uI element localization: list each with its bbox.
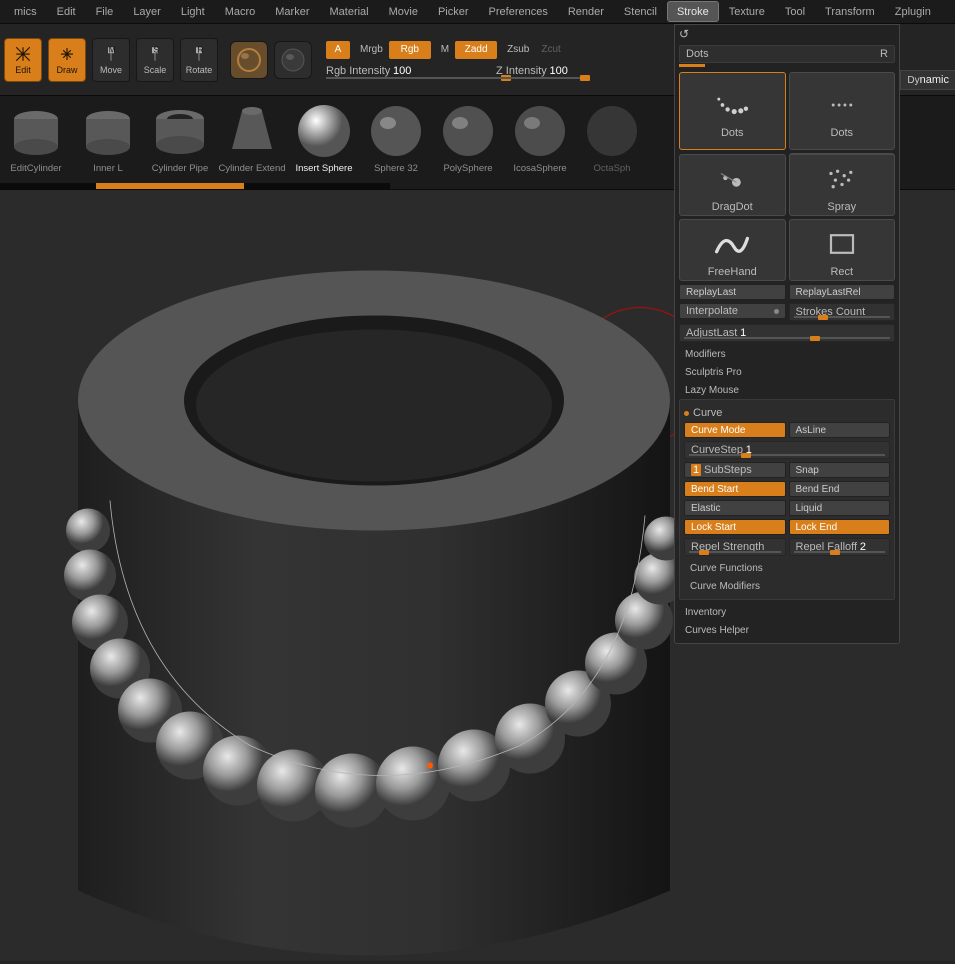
as-line-toggle[interactable]: AsLine — [789, 422, 891, 438]
shelf-item[interactable]: Cylinder Pipe — [144, 96, 216, 182]
dynamic-toggle[interactable]: DyDynamicnamic — [900, 70, 955, 90]
rotate-button[interactable]: R Rotate — [180, 38, 218, 82]
menu-item[interactable]: Macro — [215, 1, 266, 22]
shelf-item[interactable]: Inner L — [72, 96, 144, 182]
curve-functions-section[interactable]: Curve Functions — [684, 559, 890, 577]
material-preview[interactable] — [230, 41, 268, 79]
curve-mode-toggle[interactable]: Curve Mode — [684, 422, 786, 438]
zsub-toggle[interactable]: Zsub — [507, 44, 529, 55]
curves-helper-section[interactable]: Curves Helper — [679, 621, 895, 639]
substeps-field[interactable]: 1SubSteps — [684, 462, 786, 478]
shelf-item-insert-sphere[interactable]: Insert Sphere — [288, 96, 360, 182]
rgb-intensity-label: Rgb Intensity — [326, 65, 390, 77]
rgb-intensity-slider[interactable] — [326, 77, 506, 79]
svg-text:S: S — [154, 45, 160, 54]
draw-button[interactable]: Draw — [48, 38, 86, 82]
bend-end-toggle[interactable]: Bend End — [789, 481, 891, 497]
stroke-panel: ↺ DotsR Dots Dots DragRect DragDot Spray — [674, 24, 900, 644]
brush-preview[interactable] — [274, 41, 312, 79]
snap-toggle[interactable]: Snap — [789, 462, 891, 478]
curve-header[interactable]: Curve — [684, 404, 890, 422]
draw-mode-row: A Mrgb Rgb M Zadd Zsub Zcut — [326, 41, 646, 59]
mrgb-toggle[interactable]: Mrgb — [360, 44, 383, 55]
inventory-section[interactable]: Inventory — [679, 603, 895, 621]
menu-item[interactable]: Layer — [123, 1, 171, 22]
bend-start-toggle[interactable]: Bend Start — [684, 481, 786, 497]
z-intensity-value: 100 — [550, 65, 568, 77]
menu-item[interactable]: Marker — [265, 1, 319, 22]
menu-item-stroke[interactable]: Stroke — [667, 1, 719, 22]
menu-item[interactable]: Movie — [379, 1, 428, 22]
menu-item[interactable]: Light — [171, 1, 215, 22]
z-intensity-slider[interactable] — [496, 77, 586, 79]
repel-strength-slider[interactable]: Repel Strength — [684, 538, 786, 556]
shelf-item[interactable]: OctaSph — [576, 96, 648, 182]
lazy-mouse-section[interactable]: Lazy Mouse — [679, 381, 895, 399]
menu-item[interactable]: Texture — [719, 1, 775, 22]
menu-item[interactable]: Transform — [815, 1, 885, 22]
shelf-item[interactable]: Sphere 32 — [360, 96, 432, 182]
stroke-spray[interactable]: Spray — [789, 154, 896, 216]
menu-item[interactable]: Material — [320, 1, 379, 22]
menu-item[interactable]: Edit — [47, 1, 86, 22]
curve-step-slider[interactable]: CurveStep 1 — [684, 441, 890, 459]
curve-modifiers-section[interactable]: Curve Modifiers — [684, 577, 890, 595]
stroke-dots[interactable]: Dots — [679, 72, 786, 150]
menu-item[interactable]: Render — [558, 1, 614, 22]
menu-item[interactable]: Stencil — [614, 1, 667, 22]
curve-section: Curve Curve Mode AsLine CurveStep 1 1Sub… — [679, 399, 895, 600]
modifiers-section[interactable]: Modifiers — [679, 345, 895, 363]
menu-item[interactable]: Zplugin — [885, 1, 941, 22]
m-toggle[interactable]: M — [441, 44, 449, 55]
replay-last-button[interactable]: ReplayLast — [679, 284, 786, 300]
a-toggle[interactable]: A — [326, 41, 350, 59]
stroke-freehand[interactable]: FreeHand — [679, 219, 786, 281]
menu-item[interactable]: File — [86, 1, 124, 22]
scale-button[interactable]: S Scale — [136, 38, 174, 82]
menu-item[interactable]: mics — [4, 1, 47, 22]
stroke-dots-alt[interactable]: Dots — [789, 72, 896, 150]
svg-text:M: M — [109, 45, 116, 54]
shelf-scroll-indicator[interactable] — [96, 183, 244, 189]
stroke-rect[interactable]: Rect — [789, 219, 896, 281]
menu-bar: mics Edit File Layer Light Macro Marker … — [0, 0, 955, 24]
menu-item[interactable]: Preferences — [479, 1, 558, 22]
liquid-toggle[interactable]: Liquid — [789, 500, 891, 516]
shelf-item[interactable]: IcosaSphere — [504, 96, 576, 182]
elastic-toggle[interactable]: Elastic — [684, 500, 786, 516]
zadd-toggle[interactable]: Zadd — [455, 41, 497, 59]
panel-title[interactable]: DotsR — [679, 45, 895, 63]
shelf-item[interactable]: EditCylinder — [0, 96, 72, 182]
lock-start-toggle[interactable]: Lock Start — [684, 519, 786, 535]
move-button[interactable]: M Move — [92, 38, 130, 82]
strokes-count-slider[interactable]: Strokes Count — [789, 303, 896, 321]
edit-button[interactable]: Edit — [4, 38, 42, 82]
stroke-dragdot[interactable]: DragDot — [679, 154, 786, 216]
adjust-last-slider[interactable]: AdjustLast 1 — [679, 324, 895, 342]
history-icon[interactable]: ↺ — [679, 27, 689, 41]
zcut-toggle[interactable]: Zcut — [541, 44, 560, 55]
sculptris-pro-section[interactable]: Sculptris Pro — [679, 363, 895, 381]
replay-last-rel-button[interactable]: ReplayLastRel — [789, 284, 896, 300]
menu-item[interactable]: Picker — [428, 1, 479, 22]
lock-end-toggle[interactable]: Lock End — [789, 519, 891, 535]
interpolate-button[interactable]: Interpolate — [679, 303, 786, 319]
shelf-item[interactable]: Cylinder Extend — [216, 96, 288, 182]
repel-falloff-slider[interactable]: Repel Falloff 2 — [789, 538, 891, 556]
rgb-intensity-value: 100 — [393, 65, 411, 77]
rgb-toggle[interactable]: Rgb — [389, 41, 431, 59]
svg-text:R: R — [198, 45, 204, 54]
menu-item[interactable]: Tool — [775, 1, 815, 22]
shelf-item[interactable]: PolySphere — [432, 96, 504, 182]
